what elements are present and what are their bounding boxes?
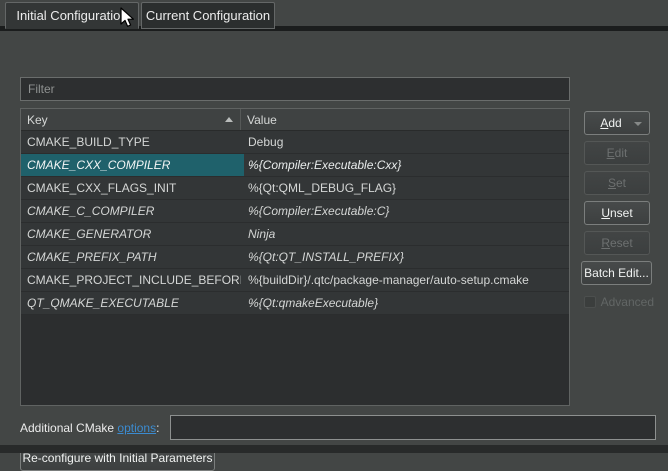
sort-ascending-icon xyxy=(225,117,233,122)
table-row-selected[interactable]: CMAKE_CXX_COMPILER %{Compiler:Executable… xyxy=(21,154,569,177)
set-button[interactable]: Set xyxy=(584,171,650,195)
advanced-label: Advanced xyxy=(601,295,654,309)
row-key[interactable]: CMAKE_PROJECT_INCLUDE_BEFORE xyxy=(21,269,241,291)
table-row[interactable]: CMAKE_PROJECT_INCLUDE_BEFORE %{buildDir}… xyxy=(21,269,569,292)
cmake-variables-table: Key Value CMAKE_BUILD_TYPE Debug CMAKE_C… xyxy=(20,108,570,406)
row-key[interactable]: CMAKE_BUILD_TYPE xyxy=(21,131,241,153)
row-key[interactable]: CMAKE_CXX_FLAGS_INIT xyxy=(21,177,241,199)
configuration-panel: Key Value CMAKE_BUILD_TYPE Debug CMAKE_C… xyxy=(0,31,668,453)
add-button[interactable]: Add xyxy=(584,111,650,135)
table-row[interactable]: QT_QMAKE_EXECUTABLE %{Qt:qmakeExecutable… xyxy=(21,292,569,315)
options-link[interactable]: options xyxy=(117,421,156,435)
tab-label: Current Configuration xyxy=(146,8,270,23)
row-key[interactable]: QT_QMAKE_EXECUTABLE xyxy=(21,292,241,314)
additional-cmake-options-label: Additional CMake options: xyxy=(20,421,159,435)
window-bottom-edge xyxy=(0,445,668,453)
tab-current-configuration[interactable]: Current Configuration xyxy=(141,2,275,29)
batch-edit-button[interactable]: Batch Edit... xyxy=(581,261,652,285)
tab-bar: Initial Configuration Current Configurat… xyxy=(0,0,668,31)
tab-label: Initial Configuration xyxy=(16,8,127,23)
row-value[interactable]: %{Compiler:Executable:Cxx} xyxy=(241,154,569,176)
row-key[interactable]: CMAKE_CXX_COMPILER xyxy=(21,154,241,176)
table-row[interactable]: CMAKE_PREFIX_PATH %{Qt:QT_INSTALL_PREFIX… xyxy=(21,246,569,269)
additional-cmake-options-input[interactable] xyxy=(170,415,656,440)
row-value[interactable]: Ninja xyxy=(241,223,569,245)
row-value[interactable]: %{buildDir}/.qtc/package-manager/auto-se… xyxy=(241,269,569,291)
checkbox-icon xyxy=(584,296,596,308)
row-key[interactable]: CMAKE_GENERATOR xyxy=(21,223,241,245)
unset-button[interactable]: Unset xyxy=(584,201,650,225)
column-header-key[interactable]: Key xyxy=(21,109,241,130)
column-header-value[interactable]: Value xyxy=(241,109,569,130)
row-key[interactable]: CMAKE_C_COMPILER xyxy=(21,200,241,222)
dropdown-arrow-icon xyxy=(634,122,642,126)
filter-input[interactable] xyxy=(20,77,570,101)
table-row[interactable]: CMAKE_C_COMPILER %{Compiler:Executable:C… xyxy=(21,200,569,223)
tab-initial-configuration[interactable]: Initial Configuration xyxy=(5,2,139,29)
advanced-checkbox[interactable]: Advanced xyxy=(584,295,654,309)
reset-button[interactable]: Reset xyxy=(584,231,650,255)
row-value[interactable]: Debug xyxy=(241,131,569,153)
row-value[interactable]: %{Compiler:Executable:C} xyxy=(241,200,569,222)
row-value[interactable]: %{Qt:qmakeExecutable} xyxy=(241,292,569,314)
table-row[interactable]: CMAKE_GENERATOR Ninja xyxy=(21,223,569,246)
row-value[interactable]: %{Qt:QT_INSTALL_PREFIX} xyxy=(241,246,569,268)
row-value[interactable]: %{Qt:QML_DEBUG_FLAG} xyxy=(241,177,569,199)
edit-button[interactable]: Edit xyxy=(584,141,650,165)
table-row[interactable]: CMAKE_BUILD_TYPE Debug xyxy=(21,131,569,154)
table-row[interactable]: CMAKE_CXX_FLAGS_INIT %{Qt:QML_DEBUG_FLAG… xyxy=(21,177,569,200)
row-key[interactable]: CMAKE_PREFIX_PATH xyxy=(21,246,241,268)
table-header: Key Value xyxy=(21,109,569,131)
